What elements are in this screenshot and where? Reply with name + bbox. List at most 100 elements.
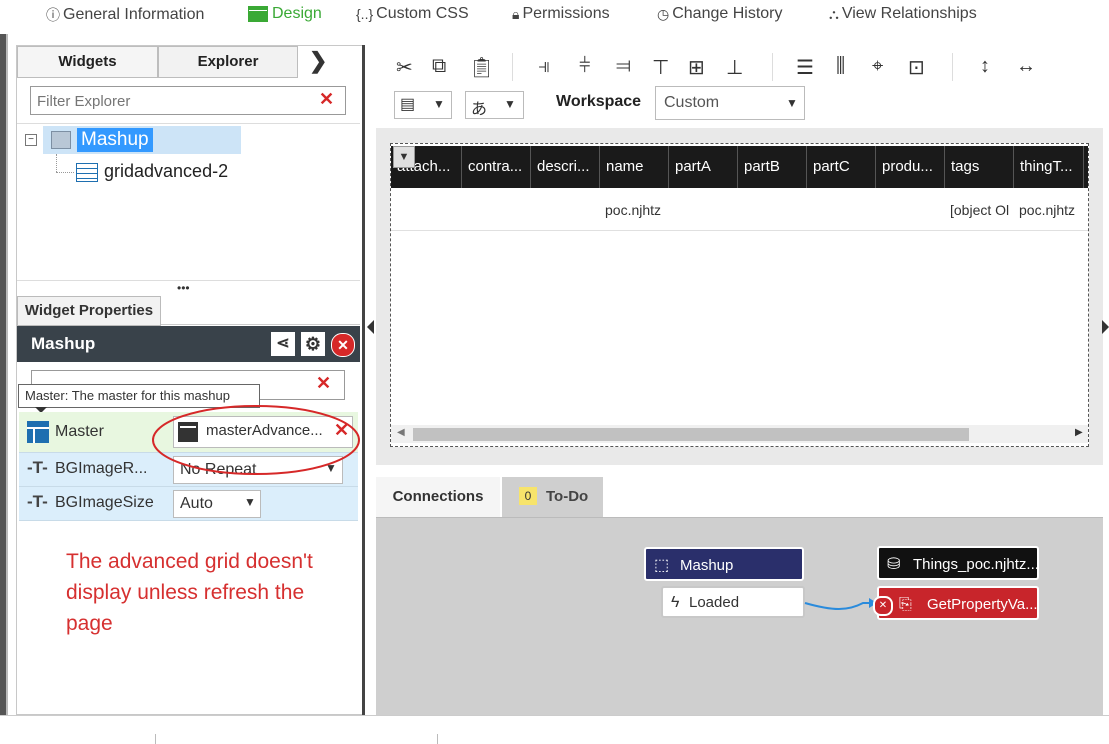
node-label: Things_poc.njhtz...: [913, 556, 1039, 573]
tree-node-gridadvanced[interactable]: gridadvanced-2: [104, 161, 228, 182]
clear-filter-icon[interactable]: ✕: [319, 89, 334, 110]
horizontal-scrollbar[interactable]: ◀ ▶: [391, 425, 1088, 443]
column-header[interactable]: name: [600, 146, 669, 188]
node-things[interactable]: ⛁ Things_poc.njhtz...: [877, 546, 1039, 580]
node-label: Mashup: [680, 557, 734, 574]
node-mashup[interactable]: ⬚ Mashup: [644, 547, 804, 581]
language-dropdown[interactable]: あ ▼: [465, 91, 524, 119]
column-header[interactable]: partA: [669, 146, 738, 188]
stretch-horizontal-icon[interactable]: ↔: [1016, 55, 1036, 78]
node-getproperty[interactable]: ✕ ⎘ GetPropertyVa...: [873, 586, 1039, 620]
tab-explorer[interactable]: Explorer: [158, 46, 298, 78]
nav-permissions[interactable]: 🔒︎ Permissions: [512, 5, 610, 23]
collapse-left-icon[interactable]: [367, 320, 374, 334]
nav-label: Design: [272, 5, 322, 22]
scroll-left-icon[interactable]: ◀: [397, 427, 405, 438]
table-row[interactable]: poc.njhtz [object Ol poc.njhtz: [391, 190, 1088, 231]
distribute-horizontal-icon[interactable]: ⫼: [836, 55, 845, 78]
cell-thingtemplate: poc.njhtz: [1019, 202, 1076, 218]
paste-icon[interactable]: 📋︎: [469, 55, 494, 80]
tree-node-mashup[interactable]: Mashup: [43, 126, 241, 154]
properties-title-bar: Mashup ⋖ ⚙ ✕: [17, 326, 360, 362]
resize-handle[interactable]: •••: [177, 282, 203, 294]
layout-dropdown[interactable]: ▤ ▼: [394, 91, 452, 119]
clock-icon: ◷: [657, 5, 670, 22]
service-icon: ⎘: [899, 596, 912, 613]
advanced-grid-widget[interactable]: attach... contra... descri... name partA…: [390, 143, 1089, 447]
scroll-thumb[interactable]: [413, 428, 969, 441]
gear-icon[interactable]: ⚙: [301, 332, 325, 356]
design-toolbar: ✂ ⧉ 📋︎ ⫣ ⫩ ⫤ ⊤ ⊞ ⊥ ☰ ⫼ ⌖ ⊡ ↕ ↔ ▤ ▼ あ ▼ W…: [376, 45, 1109, 127]
event-label: Loaded: [689, 594, 740, 611]
connection-line: [804, 598, 877, 610]
grid-menu-icon[interactable]: ▼: [393, 146, 415, 168]
workspace-select[interactable]: Custom ▼: [655, 86, 805, 120]
cell-name: poc.njhtz: [605, 202, 662, 218]
column-header[interactable]: partC: [807, 146, 876, 188]
chevron-down-icon: ▼: [244, 495, 256, 509]
align-top-icon[interactable]: ⊤: [652, 55, 669, 80]
property-name: BGImageR...: [55, 460, 148, 477]
center-icon[interactable]: ⌖: [872, 55, 883, 78]
filter-explorer-input[interactable]: [35, 90, 309, 112]
event-loaded[interactable]: ϟ Loaded: [661, 586, 805, 618]
relationships-icon: ⛬: [829, 5, 839, 22]
stretch-vertical-icon[interactable]: ↕: [980, 55, 990, 78]
column-header[interactable]: partB: [738, 146, 807, 188]
copy-icon[interactable]: ⧉: [432, 55, 446, 78]
property-name: Master: [55, 423, 104, 440]
text-property-icon: -T-: [27, 458, 48, 477]
top-nav: ⓘ General Information Design {..} Custom…: [0, 0, 1109, 34]
filter-explorer-field: ✕: [30, 86, 346, 115]
nav-label: View Relationships: [841, 5, 977, 22]
remove-icon[interactable]: ✕: [873, 596, 893, 616]
align-bottom-icon[interactable]: ⊥: [726, 55, 743, 80]
nav-custom-css[interactable]: {..} Custom CSS: [356, 5, 469, 23]
tab-connections[interactable]: Connections: [376, 477, 500, 517]
align-right-icon[interactable]: ⫤: [616, 55, 631, 78]
collapse-right-icon[interactable]: [1102, 320, 1109, 334]
text-property-icon: -T-: [27, 492, 48, 511]
splitter-line: [362, 45, 365, 715]
annotation-note: The advanced grid doesn't display unless…: [66, 550, 313, 635]
lock-icon: 🔒︎: [512, 5, 520, 22]
column-header[interactable]: thingT...: [1014, 146, 1084, 188]
align-left-icon[interactable]: ⫣: [538, 55, 550, 78]
todo-count-badge: 0: [519, 487, 537, 505]
nav-change-history[interactable]: ◷ Change History: [657, 5, 783, 23]
column-header[interactable]: contra...: [462, 146, 531, 188]
scroll-right-icon[interactable]: ▶: [1075, 427, 1083, 438]
distribute-vertical-icon[interactable]: ☰: [796, 55, 814, 80]
annotation-circle: [152, 405, 360, 475]
align-middle-icon[interactable]: ⊞: [688, 55, 705, 80]
tab-todo[interactable]: 0 To-Do: [502, 477, 603, 517]
chevron-right-icon[interactable]: ❯: [309, 48, 327, 74]
nav-view-relationships[interactable]: ⛬ View Relationships: [829, 5, 977, 23]
status-bar: [0, 715, 1109, 744]
nav-general-information[interactable]: ⓘ General Information: [46, 5, 204, 25]
column-header[interactable]: descri...: [531, 146, 600, 188]
chevron-down-icon: ▼: [504, 97, 516, 111]
clear-property-filter-icon[interactable]: ✕: [316, 373, 331, 394]
close-icon[interactable]: ✕: [331, 333, 355, 357]
cut-icon[interactable]: ✂: [396, 55, 413, 80]
braces-icon: {..}: [356, 6, 374, 22]
master-icon: [27, 421, 49, 443]
properties-title: Mashup: [31, 334, 96, 353]
nav-label: Custom CSS: [376, 5, 469, 22]
column-header[interactable]: produ...: [876, 146, 945, 188]
tab-widget-properties[interactable]: Widget Properties: [17, 296, 161, 326]
fit-icon[interactable]: ⊡: [908, 55, 925, 80]
node-label: GetPropertyVa...: [927, 596, 1038, 613]
collapse-icon[interactable]: −: [25, 134, 37, 146]
info-icon: ⓘ: [46, 7, 60, 23]
align-center-icon[interactable]: ⫩: [579, 55, 590, 78]
select-value: Auto: [180, 495, 213, 512]
nav-design[interactable]: Design: [248, 5, 322, 23]
share-icon[interactable]: ⋖: [271, 332, 295, 356]
chevron-down-icon: ▼: [433, 97, 445, 111]
tab-widgets[interactable]: Widgets: [17, 46, 158, 78]
column-header[interactable]: tags: [945, 146, 1014, 188]
nav-label: General Information: [63, 6, 205, 23]
bgimagesize-select[interactable]: Auto ▼: [173, 490, 261, 518]
